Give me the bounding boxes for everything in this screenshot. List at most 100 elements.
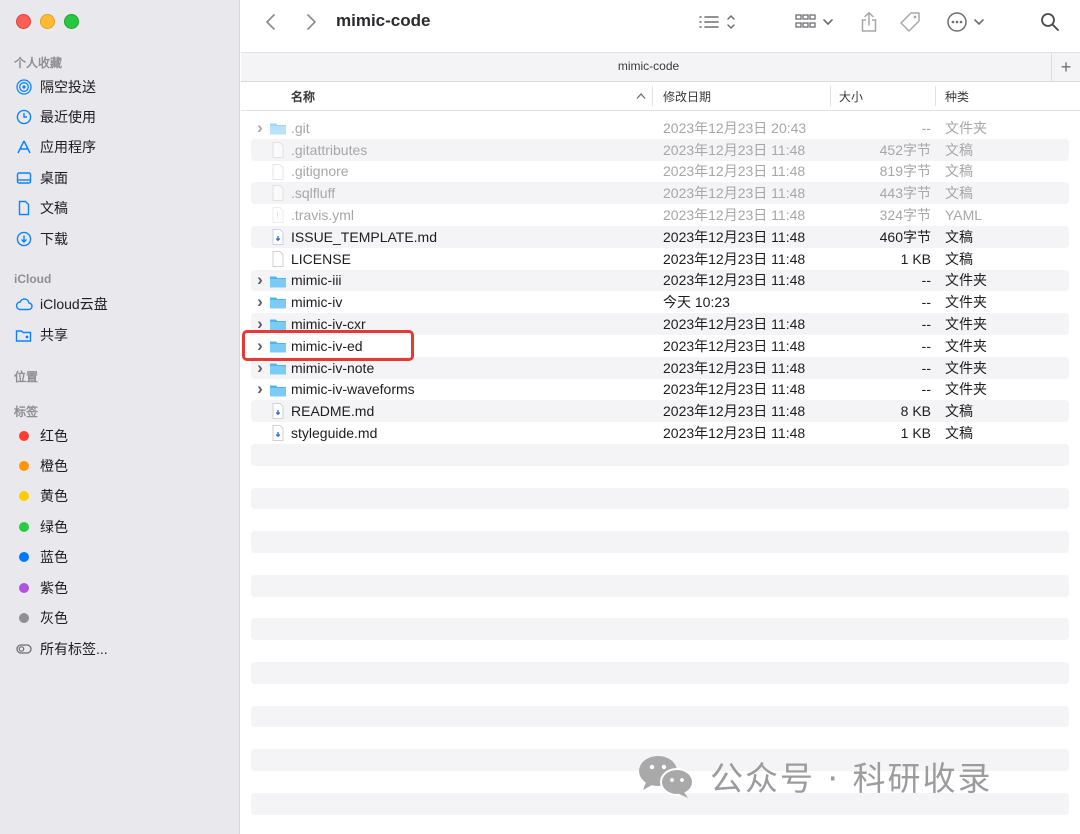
file-size: 460字节 xyxy=(879,228,931,245)
close-window-button[interactable] xyxy=(16,14,31,29)
file-name: LICENSE xyxy=(291,250,351,267)
file-size: -- xyxy=(921,272,931,289)
watermark-text: 公众号 · 科研收录 xyxy=(710,759,993,798)
sidebar-item-label: 应用程序 xyxy=(40,139,96,155)
orange-tag-icon xyxy=(19,461,29,471)
sidebar-item-documents[interactable]: 文稿 xyxy=(14,196,229,220)
column-name-header[interactable]: 名称 xyxy=(291,88,315,105)
sidebar-tag-blue[interactable]: 蓝色 xyxy=(14,545,229,569)
file-icon xyxy=(269,141,287,159)
tags-header: 标签 xyxy=(14,405,39,419)
sidebar-item-label: 橙色 xyxy=(40,458,68,474)
more-actions-button[interactable] xyxy=(943,8,989,36)
file-row[interactable]: README.md 2023年12月23日 11:48 8 KB 文稿 xyxy=(251,400,1069,423)
tag-icon xyxy=(900,12,920,32)
tag-button[interactable] xyxy=(896,8,924,36)
sidebar-tag-yellow[interactable]: 黄色 xyxy=(14,484,229,508)
tab-mimic-code[interactable]: mimic-code xyxy=(241,59,1056,73)
disclosure-chevron-icon[interactable]: › xyxy=(255,292,265,312)
new-tab-button[interactable]: + xyxy=(1051,53,1080,81)
file-row[interactable]: ISSUE_TEMPLATE.md 2023年12月23日 11:48 460字节文… xyxy=(251,225,1069,248)
file-list: › .git 2023年12月23日 20:43 -- 文件夹 .gitattribute… xyxy=(251,117,1069,444)
forward-button[interactable] xyxy=(297,8,325,36)
highlight-annotation xyxy=(242,330,414,361)
red-tag-icon xyxy=(19,431,29,441)
column-divider[interactable] xyxy=(830,86,831,106)
sidebar-item-downloads[interactable]: 下载 xyxy=(14,227,229,251)
file-kind: 文稿 xyxy=(945,228,973,245)
file-row[interactable]: ! .travis.yml 2023年12月23日 11:48 324字节 YAML xyxy=(251,204,1069,226)
column-divider[interactable] xyxy=(935,86,936,106)
minimize-window-button[interactable] xyxy=(40,14,55,29)
file-date: 2023年12月23日 11:48 xyxy=(663,337,806,354)
sidebar-all-tags[interactable]: 所有标签... xyxy=(14,637,229,661)
file-row[interactable]: LICENSE 2023年12月23日 11:48 1 KB 文稿 xyxy=(251,248,1069,270)
back-button[interactable] xyxy=(257,8,285,36)
file-date: 2023年12月23日 11:48 xyxy=(663,185,806,202)
cloud-icon xyxy=(14,295,34,313)
file-kind: 文件夹 xyxy=(945,337,987,354)
file-row[interactable]: › mimic-iv 今天 10:23 -- 文件夹 xyxy=(251,291,1069,313)
file-size: 443字节 xyxy=(879,185,931,202)
sidebar-item-applications[interactable]: 应用程序 xyxy=(14,135,229,159)
file-row[interactable]: styleguide.md 2023年12月23日 11:48 1 KB 文稿 xyxy=(251,422,1069,444)
file-kind: 文稿 xyxy=(945,250,973,267)
sidebar-tag-gray[interactable]: 灰色 xyxy=(14,606,229,630)
file-size: 819字节 xyxy=(879,163,931,180)
sidebar-item-icloud-drive[interactable]: iCloud云盘 xyxy=(14,292,229,316)
empty-row-stripe xyxy=(251,705,1069,728)
fullscreen-window-button[interactable] xyxy=(64,14,79,29)
file-row[interactable]: › mimic-iv-waveforms 2023年12月23日 11:48 -- 文件… xyxy=(251,379,1069,401)
sidebar-item-shared[interactable]: 共享 xyxy=(14,323,229,347)
sidebar-tag-purple[interactable]: 紫色 xyxy=(14,576,229,600)
file-row[interactable]: .gitattributes 2023年12月23日 11:48 452字节 文稿 xyxy=(251,138,1069,161)
file-row[interactable]: .gitignore 2023年12月23日 11:48 819字节 文稿 xyxy=(251,161,1069,183)
file-icon xyxy=(269,228,287,246)
window-title: mimic-code xyxy=(336,11,431,30)
sidebar-tag-red[interactable]: 红色 xyxy=(14,424,229,448)
file-row[interactable]: › mimic-iii 2023年12月23日 11:48 -- 文件夹 xyxy=(251,269,1069,292)
column-kind-header[interactable]: 种类 xyxy=(945,88,969,105)
view-list-button[interactable] xyxy=(696,8,742,36)
sidebar-tag-orange[interactable]: 橙色 xyxy=(14,454,229,478)
file-name: .git xyxy=(291,119,310,136)
file-date: 今天 10:23 xyxy=(663,294,730,311)
grid-icon xyxy=(795,14,833,28)
sidebar-tag-green[interactable]: 绿色 xyxy=(14,515,229,539)
sidebar-item-label: 黄色 xyxy=(40,488,68,504)
file-icon xyxy=(269,163,287,181)
desktop-icon xyxy=(14,169,34,187)
file-name: ISSUE_TEMPLATE.md xyxy=(291,228,438,245)
file-kind: 文件夹 xyxy=(945,359,987,376)
column-size-header[interactable]: 大小 xyxy=(839,88,863,105)
green-tag-icon xyxy=(19,522,29,532)
sidebar-item-label: iCloud云盘 xyxy=(40,296,108,312)
file-kind: 文稿 xyxy=(945,163,973,180)
locations-header: 位置 xyxy=(14,370,39,384)
file-date: 2023年12月23日 11:48 xyxy=(663,316,806,333)
file-kind: 文稿 xyxy=(945,185,973,202)
share-button[interactable] xyxy=(855,8,883,36)
sidebar: 个人收藏 隔空投送 最近使用 应用程序 桌面 文稿 下载 iCloud iClo… xyxy=(0,0,240,834)
file-icon xyxy=(269,402,287,420)
column-date-header[interactable]: 修改日期 xyxy=(663,88,711,105)
ellipsis-circle-icon xyxy=(947,12,984,32)
column-divider[interactable] xyxy=(652,86,653,106)
sidebar-item-label: 所有标签... xyxy=(40,641,108,657)
disclosure-chevron-icon[interactable]: › xyxy=(255,379,265,399)
sidebar-item-desktop[interactable]: 桌面 xyxy=(14,166,229,190)
group-by-button[interactable] xyxy=(793,8,839,36)
file-row[interactable]: .sqlfluff 2023年12月23日 11:48 443字节 文稿 xyxy=(251,182,1069,205)
file-name: .sqlfluff xyxy=(291,185,336,202)
sidebar-item-airdrop[interactable]: 隔空投送 xyxy=(14,75,229,99)
disclosure-chevron-icon[interactable]: › xyxy=(255,118,265,138)
search-button[interactable] xyxy=(1036,8,1064,36)
file-row[interactable]: › .git 2023年12月23日 20:43 -- 文件夹 xyxy=(251,117,1069,139)
chevron-right-icon xyxy=(307,14,316,30)
sidebar-item-label: 桌面 xyxy=(40,170,68,186)
file-date: 2023年12月23日 11:48 xyxy=(663,403,806,420)
disclosure-chevron-icon[interactable]: › xyxy=(255,270,265,290)
wechat-icon xyxy=(639,756,694,798)
gray-tag-icon xyxy=(19,613,29,623)
sidebar-item-recents[interactable]: 最近使用 xyxy=(14,105,229,129)
